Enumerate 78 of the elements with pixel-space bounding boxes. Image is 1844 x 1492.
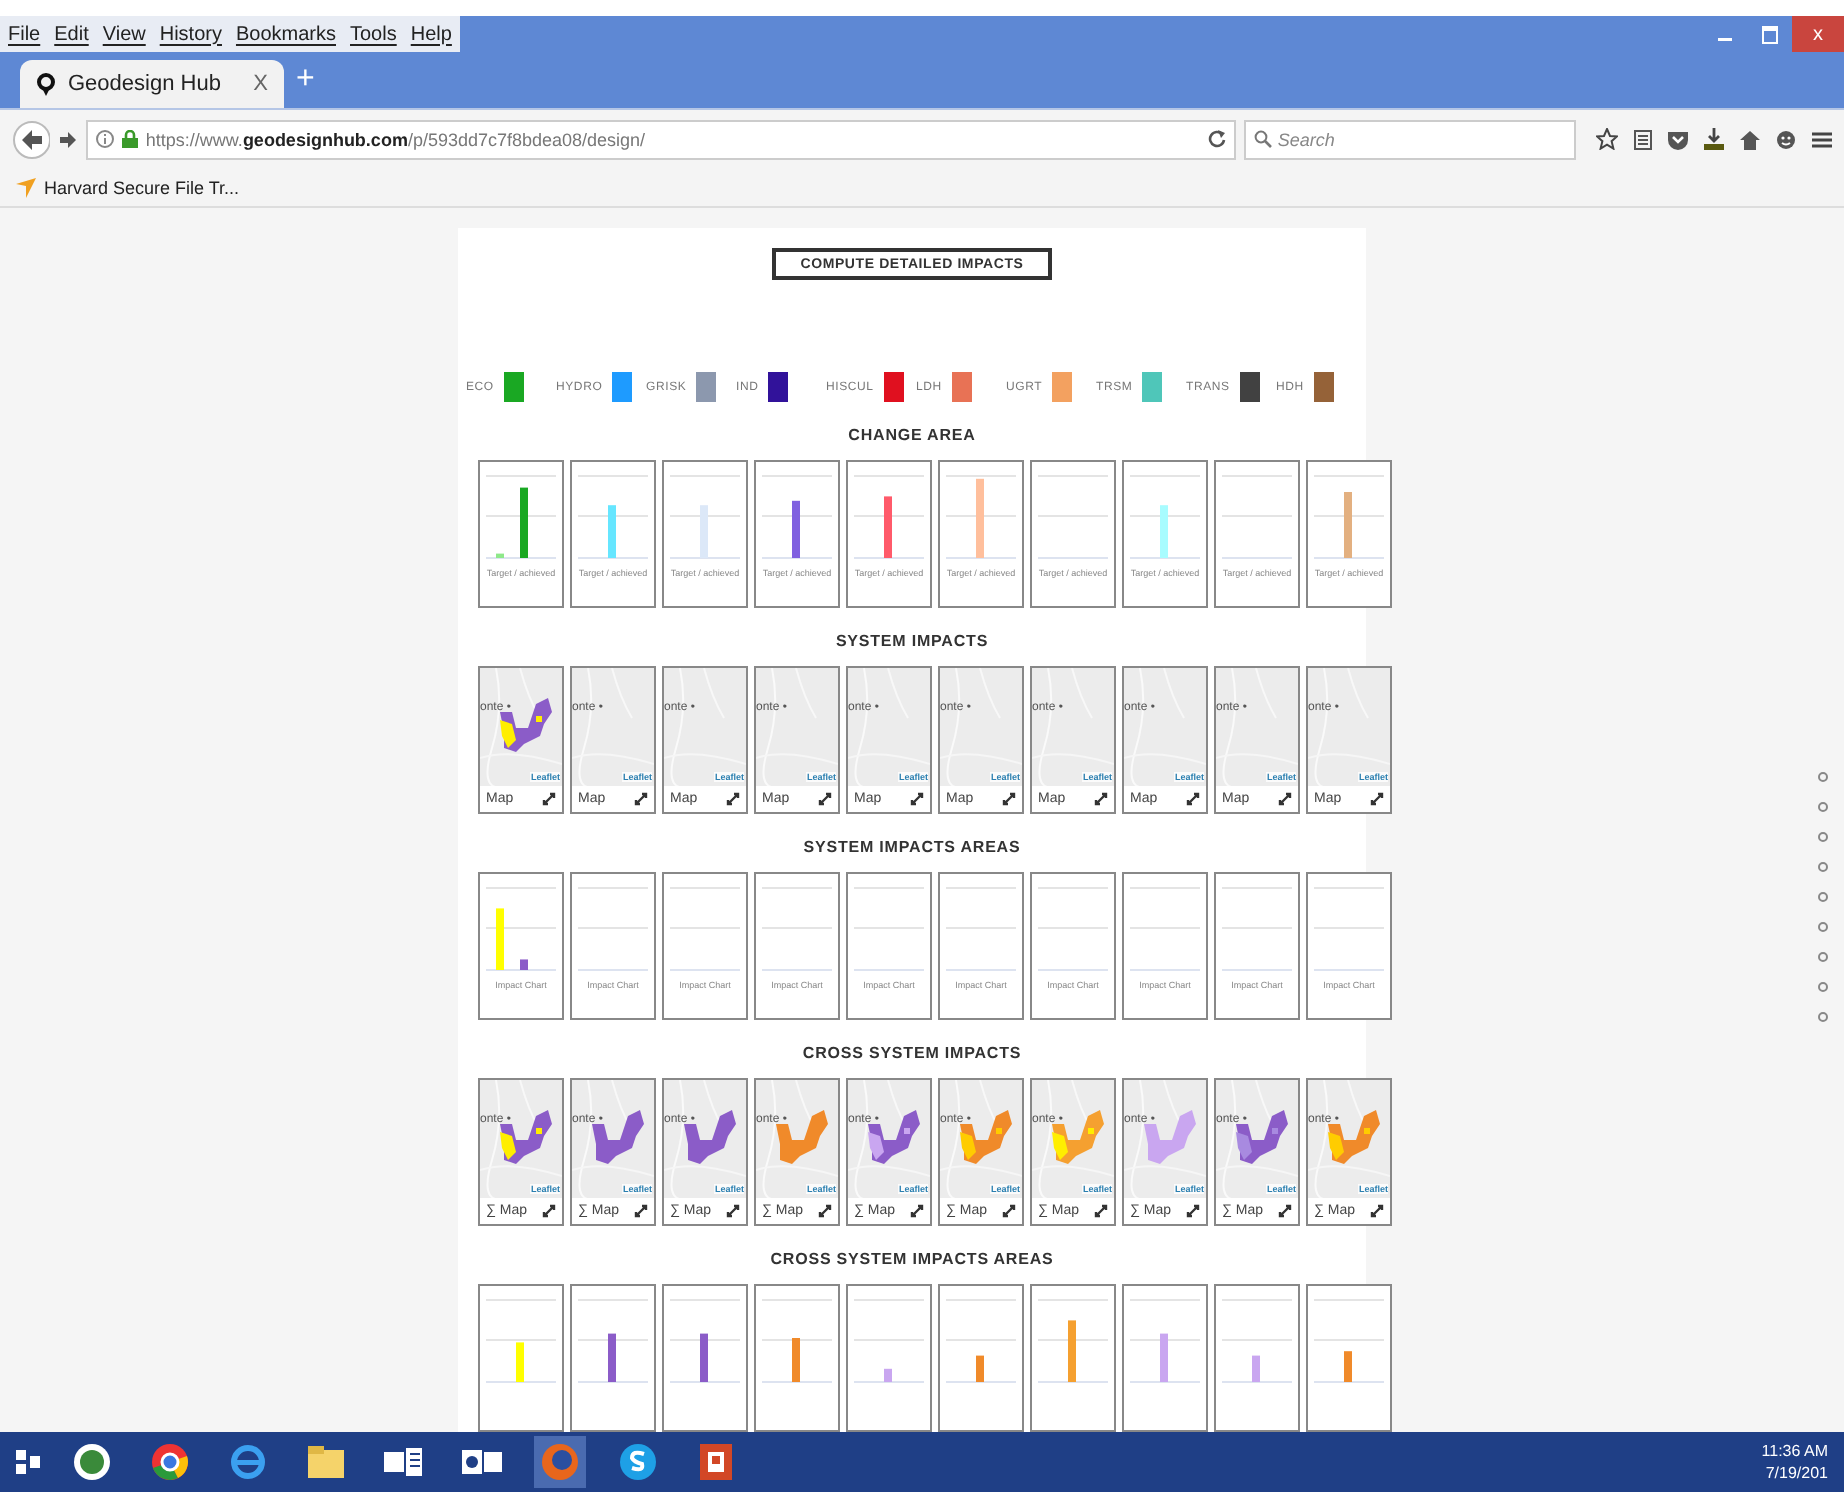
nav-dot-icon[interactable] [1818, 922, 1828, 932]
bookmark-arrow-icon [16, 177, 36, 197]
nav-dot-icon[interactable] [1818, 892, 1828, 902]
expand-icon[interactable] [1094, 792, 1108, 806]
section-title: CHANGE AREA [848, 426, 976, 444]
download-icon[interactable] [1704, 128, 1724, 150]
browser-tab[interactable]: Geodesign Hub X [20, 60, 284, 108]
nav-dot-icon[interactable] [1818, 802, 1828, 812]
expand-icon[interactable] [634, 792, 648, 806]
star-icon[interactable] [1596, 128, 1618, 150]
word-icon[interactable] [384, 1446, 424, 1478]
menu-item[interactable]: Tools [350, 23, 397, 45]
search-placeholder: Search [1277, 129, 1335, 149]
nav-dot-icon[interactable] [1818, 1012, 1828, 1022]
nav-dot-icon[interactable] [1818, 952, 1828, 962]
section-title: SYSTEM IMPACTS AREAS [803, 838, 1021, 856]
menu-item[interactable]: History [159, 23, 222, 45]
smiley-icon[interactable] [1776, 129, 1796, 149]
info-icon[interactable] [95, 130, 114, 148]
map-pin-icon [36, 72, 56, 96]
browser-e-icon[interactable] [228, 1442, 268, 1482]
home-icon[interactable] [1740, 129, 1760, 149]
expand-icon[interactable] [1278, 792, 1292, 806]
new-tab-button[interactable]: + [296, 62, 315, 98]
section-title: CROSS SYSTEM IMPACTS AREAS [770, 1250, 1054, 1268]
nav-dot-icon[interactable] [1818, 982, 1828, 992]
chrome-icon[interactable] [150, 1442, 190, 1482]
menu-item[interactable]: Edit [54, 23, 89, 45]
expand-icon[interactable] [1186, 792, 1200, 806]
clipboard-icon[interactable] [1634, 128, 1652, 150]
tab-close-button[interactable]: X [253, 72, 268, 96]
folder-icon[interactable] [306, 1444, 346, 1480]
nav-dot-icon[interactable] [1818, 862, 1828, 872]
clock-time: 11:36 AM [1761, 1440, 1828, 1462]
expand-icon[interactable] [726, 1204, 740, 1218]
expand-icon[interactable] [1370, 792, 1384, 806]
back-icon[interactable] [12, 119, 51, 159]
skype-icon[interactable] [618, 1442, 658, 1482]
expand-icon[interactable] [1002, 792, 1016, 806]
clock-date: 7/19/201 [1765, 1462, 1828, 1484]
forward-icon[interactable] [58, 129, 78, 149]
menu-item[interactable]: Bookmarks [235, 23, 336, 45]
nav-dot-icon[interactable] [1818, 832, 1828, 842]
expand-icon[interactable] [726, 792, 740, 806]
lock-icon [121, 130, 138, 148]
globe-app-icon[interactable] [72, 1442, 112, 1482]
menu-item[interactable]: File [8, 23, 41, 45]
nav-dot-icon[interactable] [1818, 772, 1828, 782]
task-view-icon[interactable] [16, 1450, 40, 1474]
address-field[interactable]: https://www.geodesignhub.com/p/593dd7c7f8bdea08/design/ [85, 119, 1236, 159]
expand-icon[interactable] [1002, 1204, 1016, 1218]
menu-item[interactable]: View [102, 23, 146, 45]
expand-icon[interactable] [1370, 1204, 1384, 1218]
maximize-icon[interactable] [1762, 25, 1778, 43]
pocket-icon[interactable] [1668, 129, 1688, 149]
bookmark-link[interactable]: Harvard Secure File Tr... [44, 177, 240, 197]
url-text: https://www.geodesignhub.com/p/593dd7c7f8bdea08/design/ [145, 129, 648, 149]
expand-icon[interactable] [542, 792, 556, 806]
search-icon [1253, 130, 1272, 148]
expand-icon[interactable] [818, 1204, 832, 1218]
expand-icon[interactable] [818, 792, 832, 806]
expand-icon[interactable] [542, 1204, 556, 1218]
tab-title: Geodesign Hub [68, 72, 223, 96]
section-title: CROSS SYSTEM IMPACTS [802, 1044, 1022, 1062]
expand-icon[interactable] [910, 792, 924, 806]
search-field[interactable]: Search [1243, 119, 1576, 159]
close-button[interactable]: x [1792, 16, 1844, 52]
expand-icon[interactable] [1094, 1204, 1108, 1218]
expand-icon[interactable] [910, 1204, 924, 1218]
menu-item[interactable]: Help [410, 23, 452, 45]
expand-icon[interactable] [634, 1204, 648, 1218]
reload-icon[interactable] [1207, 130, 1226, 148]
powerpoint-icon[interactable] [696, 1442, 736, 1482]
expand-icon[interactable] [1186, 1204, 1200, 1218]
expand-icon[interactable] [1278, 1204, 1292, 1218]
menu-icon[interactable] [1812, 129, 1832, 149]
outlook-icon[interactable] [462, 1446, 502, 1478]
section-title: SYSTEM IMPACTS [835, 632, 989, 650]
